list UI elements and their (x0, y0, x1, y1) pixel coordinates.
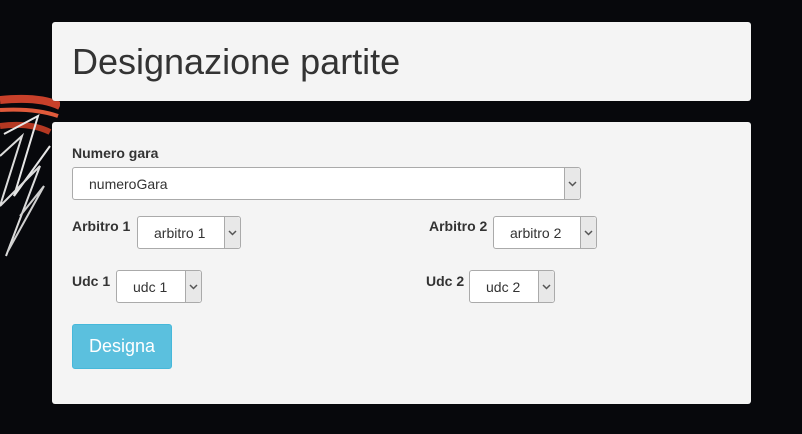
chevron-down-icon[interactable] (538, 271, 554, 302)
arbitro-2-label: Arbitro 2 (429, 218, 488, 234)
chevron-down-icon[interactable] (564, 168, 580, 199)
arbitro-2-value: arbitro 2 (510, 224, 562, 241)
udc-2-value: udc 2 (486, 278, 521, 295)
udc-1-value: udc 1 (133, 278, 168, 295)
chevron-down-icon[interactable] (185, 271, 201, 302)
designa-button[interactable]: Designa (72, 324, 172, 369)
basketball-hoop-image (0, 94, 60, 257)
udc-1-select[interactable]: udc 1 (116, 270, 202, 303)
arbitro-1-label: Arbitro 1 (72, 218, 131, 234)
title-panel: Designazione partite (52, 22, 751, 101)
page-title: Designazione partite (72, 41, 401, 82)
udc-2-select[interactable]: udc 2 (469, 270, 555, 303)
chevron-down-icon[interactable] (580, 217, 596, 248)
chevron-down-icon[interactable] (224, 217, 240, 248)
arbitro-2-select[interactable]: arbitro 2 (493, 216, 597, 249)
numero-gara-value: numeroGara (89, 175, 168, 192)
numero-gara-label: Numero gara (72, 145, 159, 161)
designation-form: Numero gara numeroGara Arbitro 1 arbitro… (52, 122, 751, 404)
arbitro-1-value: arbitro 1 (154, 224, 206, 241)
arbitro-1-select[interactable]: arbitro 1 (137, 216, 241, 249)
numero-gara-select[interactable]: numeroGara (72, 167, 581, 200)
udc-1-label: Udc 1 (72, 273, 111, 289)
udc-2-label: Udc 2 (426, 273, 465, 289)
